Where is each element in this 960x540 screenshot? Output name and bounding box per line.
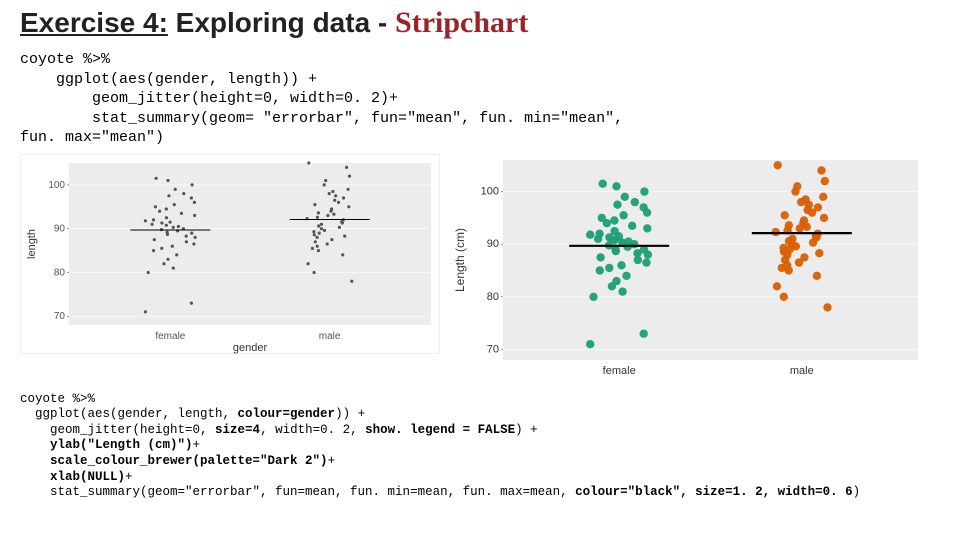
svg-text:100: 100 [48,179,65,190]
chart-right: 70 80 90 100 female male Length (cm) [448,154,928,384]
svg-text:gender: gender [233,342,268,354]
charts-row: 70 80 90 100 female male length gender 70 80 90 10… [20,154,940,384]
svg-text:female: female [155,331,185,342]
title-mid: Exploring data - [168,7,395,38]
svg-text:80: 80 [487,290,499,302]
code-block-1: coyote %>% ggplot(aes(gender, length)) +… [20,50,940,148]
svg-text:100: 100 [481,185,499,197]
svg-text:80: 80 [54,267,66,278]
svg-text:Length (cm): Length (cm) [453,227,467,291]
svg-text:length: length [26,229,38,259]
svg-text:male: male [319,331,341,342]
chart-left: 70 80 90 100 female male length gender [20,154,440,354]
svg-text:90: 90 [54,223,66,234]
svg-text:female: female [603,365,636,377]
svg-text:70: 70 [487,343,499,355]
svg-text:male: male [790,365,814,377]
title-stripchart: Stripchart [395,6,528,39]
slide-title: Exercise 4: Exploring data - Stripchart [20,6,940,40]
svg-text:90: 90 [487,238,499,250]
code-block-2: coyote %>% ggplot(aes(gender, length, co… [20,392,940,501]
svg-text:70: 70 [54,311,66,322]
title-exercise: Exercise 4: [20,7,168,38]
